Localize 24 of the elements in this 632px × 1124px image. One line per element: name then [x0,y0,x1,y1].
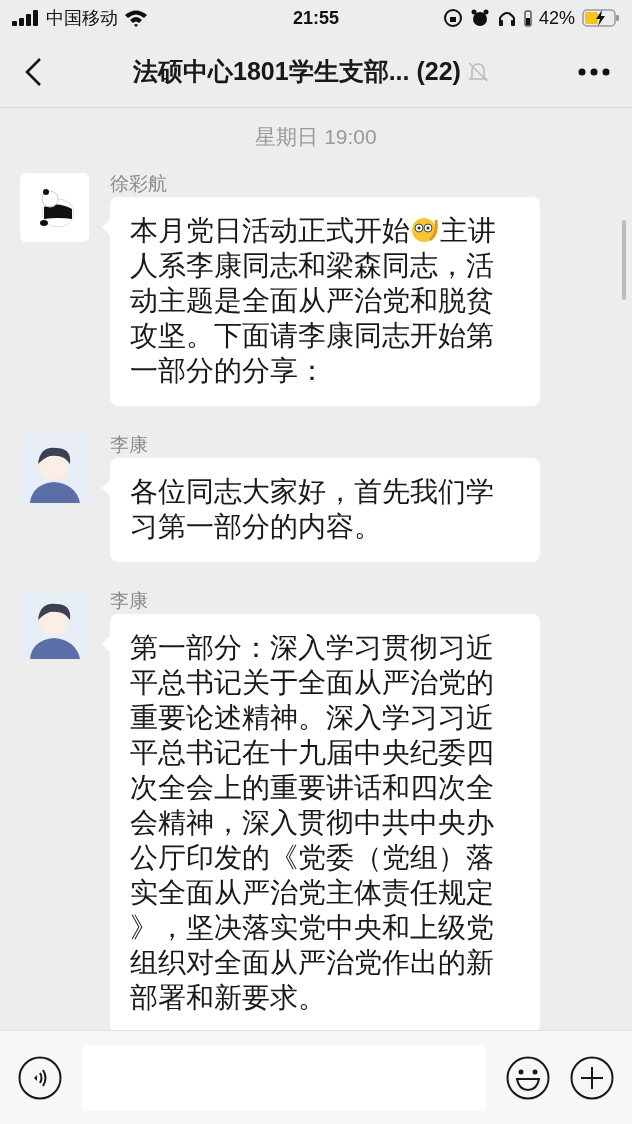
message-text: 本月党日活动正式开始 主讲人系李康同志和梁森同志，活动主题是全面从严治党和脱贫攻坚。下面请李康同志开始第一部分的分享： [130,212,497,388]
chat-timestamp: 星期日 19:00 [255,124,377,150]
signal-icon [12,10,40,26]
avatar[interactable] [20,433,89,503]
avatar[interactable] [20,589,89,659]
emoji-button-icon[interactable] [506,1055,550,1100]
more-icon[interactable] [578,67,610,76]
message-text: 各位同志大家好，首先我们学习第一部分的内容。 [130,474,495,544]
battery-charging-icon [582,8,620,28]
sender-name: 李康 [110,589,149,612]
battery-small-icon [523,9,532,27]
battery-percent: 42% [538,6,575,30]
rotation-lock-icon [442,8,463,28]
alarm-icon [469,8,490,28]
plus-icon[interactable] [570,1055,614,1100]
chat-title: 法硕中心1801学生支部... (22) [133,55,461,87]
sender-name: 徐彩航 [110,172,168,195]
sender-name: 李康 [110,433,149,456]
voice-icon[interactable] [18,1055,62,1100]
carrier-name: 中国移动 [46,6,118,30]
wifi-icon [124,9,148,27]
status-time: 21:55 [291,6,340,30]
message-text: 第一部分：深入学习贯彻习近平总书记关于全面从严治党的重要论述精神。深入学习习近平总书记在十九届中央纪委四次全会上的重要讲话和四次全会精神，深入贯彻中共中央办公厅印发的《党委（党组）落实全面从严治党主体责任规定》，坚决落实党中央和上级党组织对全面从严治党作出的新部署和新要求。 [130,630,495,1015]
panda-avatar[interactable] [20,172,89,242]
